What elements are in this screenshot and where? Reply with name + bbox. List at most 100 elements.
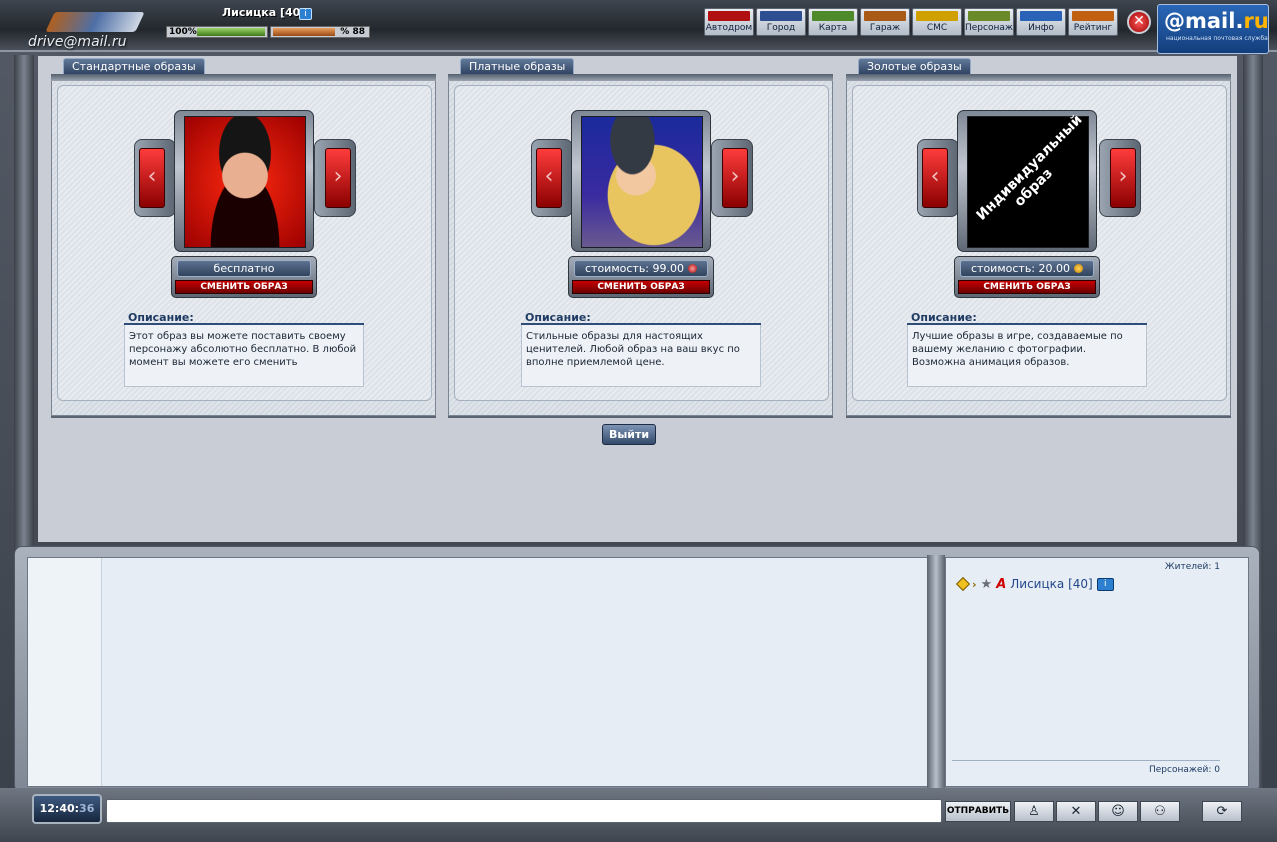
ruby-coin-icon [688,264,697,273]
mail-logo-subtitle: национальная почтовая служба [1166,35,1268,42]
private-message-icon[interactable]: ♙ [1014,801,1054,822]
hp-bar: 100% [166,26,268,38]
user-list: Жителей: 1 › ★ A Лисицка [40] i Персонаж… [945,557,1249,787]
nav-sms[interactable]: СМС [912,8,962,36]
drive-logo[interactable]: drive@mail.ru [22,4,162,50]
close-icon[interactable]: ✕ [1127,10,1151,34]
user-info-icon[interactable]: i [1096,577,1114,591]
chat-area: Жителей: 1 › ★ A Лисицка [40] i Персонаж… [14,546,1260,793]
panel-body: ‹ › бесплатно СМЕНИТЬ ОБРАЗ Описание: Эт… [51,81,436,416]
prev-portrait-button[interactable]: ‹ [917,139,959,217]
refresh-icon[interactable]: ⟳ [1202,801,1242,822]
chevron-left-icon: ‹ [536,148,562,208]
next-portrait-button[interactable]: › [314,139,356,217]
star-icon: ★ [980,576,993,592]
mail-ru-logo[interactable]: @mail.ru национальная почтовая служба [1157,4,1269,54]
description: Описание: Лучшие образы в игре, создавае… [907,311,1147,387]
portrait-frame [571,110,711,252]
description-title: Описание: [521,311,761,325]
portrait-frame [174,110,314,252]
user-name[interactable]: Лисицка [40] [1010,577,1092,591]
group-icon[interactable]: ⚇ [1140,801,1180,822]
change-portrait-button[interactable]: СМЕНИТЬ ОБРАЗ [175,280,313,294]
info-icon [1020,11,1062,21]
panel-inner: ‹ › стоимость: 99.00 СМЕНИТЬ ОБРАЗ Описа… [454,85,829,401]
prev-portrait-button[interactable]: ‹ [134,139,176,217]
cost-box: стоимость: 99.00 СМЕНИТЬ ОБРАЗ [568,256,714,298]
next-portrait-button[interactable]: › [711,139,753,217]
panel-paid-portraits: Платные образы ‹ › стоимость: 99.00 СМЕН… [448,56,833,416]
nav-character[interactable]: Персонаж [964,8,1014,36]
brand-label: drive@mail.ru [28,34,127,50]
panel-body: ‹ › стоимость: 99.00 СМЕНИТЬ ОБРАЗ Описа… [448,81,833,416]
nav-map[interactable]: Карта [808,8,858,36]
main-navigation: Автодром Город Карта Гараж СМС Персонаж … [704,8,1124,38]
panel-top-rail [448,74,833,81]
checkered-flag-icon [708,11,750,21]
cost-label: стоимость: 99.00 [574,260,708,277]
description-text: Лучшие образы в игре, создаваемые по ваш… [907,325,1147,387]
characters-count: Персонажей: 0 [1149,765,1220,775]
panel-body: ‹ › Индивидуальный образ стоимость: 20.0… [846,81,1231,416]
nav-rating[interactable]: Рейтинг [1068,8,1118,36]
clear-icon[interactable]: ✕ [1056,801,1096,822]
panel-gold-portraits: Золотые образы ‹ › Индивидуальный образ … [846,56,1231,416]
energy-bar: % 88 [270,26,370,38]
send-button[interactable]: ОТПРАВИТЬ [945,801,1011,822]
chat-timestamp-gutter [28,558,102,786]
description: Описание: Стильные образы для настоящих … [521,311,761,387]
user-row[interactable]: › ★ A Лисицка [40] i [955,576,1114,592]
cost-label: бесплатно [177,260,311,277]
nav-garage[interactable]: Гараж [860,8,910,36]
nav-city[interactable]: Город [756,8,806,36]
custom-portrait-placeholder: Индивидуальный образ [967,112,1089,248]
change-portrait-button[interactable]: СМЕНИТЬ ОБРАЗ [572,280,710,294]
panel-inner: ‹ › бесплатно СМЕНИТЬ ОБРАЗ Описание: Эт… [57,85,432,401]
portrait-dark-hair-woman [184,116,306,248]
chevron-right-icon: › [722,148,748,208]
tab-standard-portraits[interactable]: Стандартные образы [63,58,205,75]
cost-label: стоимость: 20.00 [960,260,1094,277]
cost-box: стоимость: 20.00 СМЕНИТЬ ОБРАЗ [954,256,1100,298]
sms-icon [916,11,958,21]
city-icon [760,11,802,21]
energy-bar-fill [273,28,335,36]
player-info-icon[interactable]: i [299,8,312,20]
tab-gold-portraits[interactable]: Золотые образы [858,58,971,75]
chevron-right-icon: › [325,148,351,208]
description-title: Описание: [907,311,1147,325]
smiley-icon[interactable]: ☺ [1098,801,1138,822]
description: Описание: Этот образ вы можете поставить… [124,311,364,387]
panel-standard-portraits: Стандартные образы ‹ › бесплатно СМЕНИТЬ… [51,56,436,416]
nav-info[interactable]: Инфо [1016,8,1066,36]
exit-button[interactable]: Выйти [602,424,656,445]
chevron-right-icon: › [1110,148,1136,208]
tab-paid-portraits[interactable]: Платные образы [460,58,575,75]
chat-log[interactable] [27,557,929,787]
portrait-blonde-woman-beret [581,116,703,248]
chevron-left-icon: ‹ [922,148,948,208]
player-name: Лисицка [40] [222,6,306,19]
change-portrait-button[interactable]: СМЕНИТЬ ОБРАЗ [958,280,1096,294]
chat-divider[interactable] [927,555,945,789]
rating-icon [1072,11,1114,21]
next-portrait-button[interactable]: › [1099,139,1141,217]
user-list-divider [952,760,1220,761]
description-title: Описание: [124,311,364,325]
hp-bar-fill [197,28,265,36]
character-icon [968,11,1010,21]
portrait-shop: Стандартные образы ‹ › бесплатно СМЕНИТЬ… [38,56,1237,542]
panel-top-rail [846,74,1231,81]
cost-box: бесплатно СМЕНИТЬ ОБРАЗ [171,256,317,298]
player-status: Лисицка [40] i 100% % 88 [166,4,370,38]
residents-count: Жителей: 1 [1164,562,1220,572]
mail-logo-text: @mail.ru [1164,9,1269,33]
prev-portrait-button[interactable]: ‹ [531,139,573,217]
panel-top-rail [51,74,436,81]
message-input[interactable] [106,799,942,823]
map-icon [812,11,854,21]
top-bar: drive@mail.ru Лисицка [40] i 100% % 88 А… [0,0,1277,54]
clock: 12:40:36 [32,794,102,824]
nav-autodrome[interactable]: Автодром [704,8,754,36]
clan-icon: A [996,576,1007,592]
